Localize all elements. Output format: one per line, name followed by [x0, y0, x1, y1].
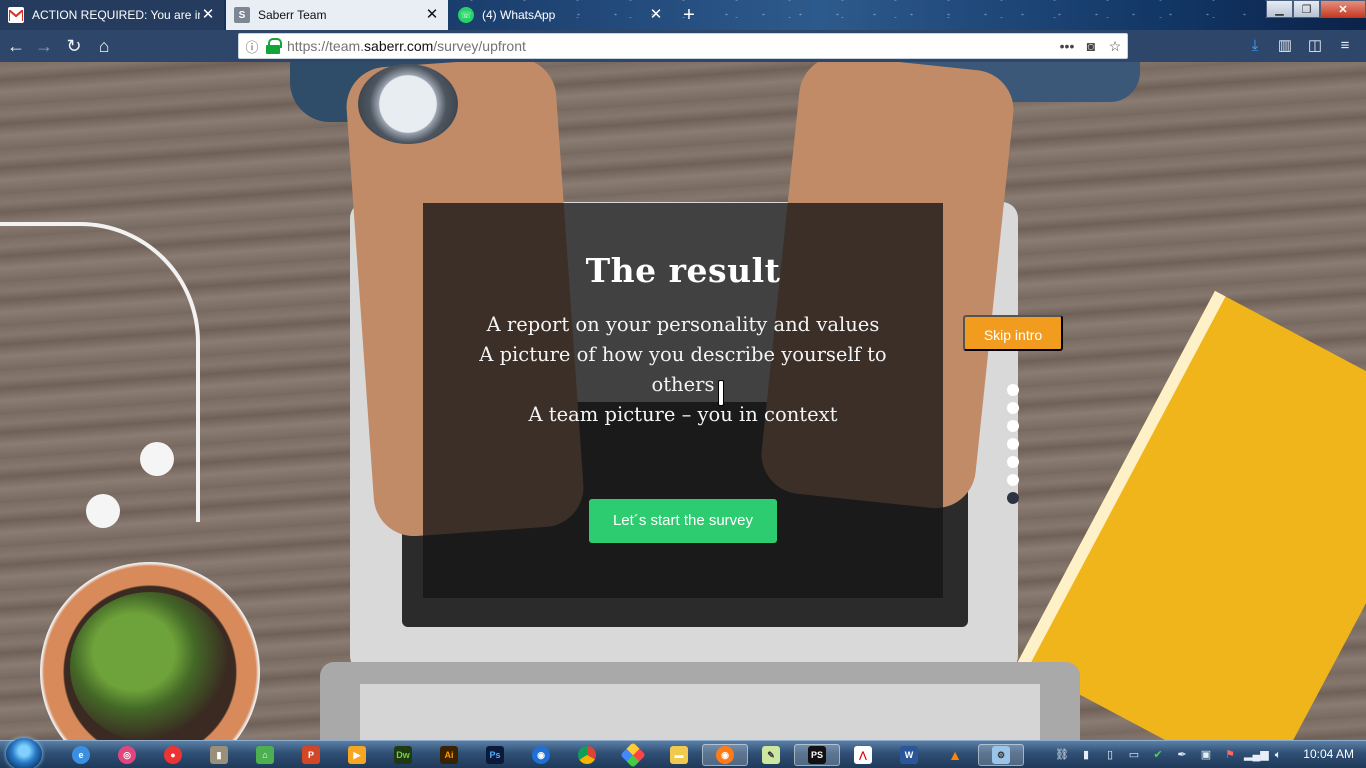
chrome-icon[interactable] [564, 744, 610, 766]
start-button[interactable] [6, 738, 42, 768]
tab-title: (4) WhatsApp [482, 8, 556, 22]
address-bar[interactable]: ⓘ https://team.saberr.com/survey/upfront… [238, 33, 1128, 59]
internet-explorer-icon[interactable]: e [58, 744, 104, 766]
flag-icon[interactable]: ⚑ [1220, 746, 1240, 764]
windows-taskbar: e ◎ ● ▮ ⌂ P ▶ Dw Ai Ps ◉ ▬ ◉ ✎ PS ⋀ W ▲ … [0, 738, 1366, 768]
app-tray-icon[interactable]: ▮ [1076, 746, 1096, 764]
battery-icon[interactable]: ▭ [1124, 746, 1144, 764]
pagination-dot[interactable] [1007, 402, 1019, 414]
volume-icon[interactable]: 🔈︎ [1268, 746, 1288, 764]
tab-saberr[interactable]: S Saberr Team ✕ [226, 0, 448, 30]
control-panel-icon[interactable]: ⚙ [978, 744, 1024, 766]
pinwheel-icon[interactable] [610, 742, 656, 768]
earbud-image [140, 442, 174, 476]
earbud-image [86, 494, 120, 528]
taskbar-apps: e ◎ ● ▮ ⌂ P ▶ Dw Ai Ps ◉ ▬ ◉ ✎ PS ⋀ W ▲ … [58, 742, 1024, 768]
photoshop-icon[interactable]: Ps [472, 744, 518, 766]
notepad-icon[interactable]: ✎ [748, 744, 794, 766]
info-icon[interactable]: ⓘ [239, 37, 265, 56]
url-text[interactable]: https://team.saberr.com/survey/upfront [287, 38, 1055, 54]
minimize-button[interactable]: ▁ [1266, 0, 1293, 18]
saberr-icon: S [234, 7, 250, 23]
acrobat-icon[interactable]: ⋀ [840, 744, 886, 766]
survey-page: The result A report on your personality … [0, 62, 1366, 740]
home-icon[interactable]: ⌂ [242, 744, 288, 766]
whatsapp-icon: ☏ [458, 7, 474, 23]
slide-pagination [1007, 384, 1019, 510]
usb-tray-icon[interactable]: ▯ [1100, 746, 1120, 764]
vlc-icon[interactable]: ▲ [932, 744, 978, 766]
plant-image [70, 592, 230, 740]
usb-icon[interactable]: ▮ [196, 744, 242, 766]
slide-title: The result [585, 251, 781, 290]
toolbar-right: ⤓ ▥ ◫ ≡ [1242, 34, 1358, 58]
new-tab-button[interactable]: + [678, 4, 700, 26]
signal-icon[interactable]: ▂▄▆ [1244, 746, 1269, 764]
laptop-screen-image [320, 662, 1080, 740]
back-arrow-icon[interactable]: ← [4, 34, 28, 58]
tab-title: Saberr Team [258, 8, 327, 22]
reload-icon[interactable]: ↻ [62, 34, 86, 58]
clock[interactable]: 10:04 AM [1303, 747, 1354, 761]
earphones-image [0, 222, 200, 522]
pagination-dot[interactable] [1007, 456, 1019, 468]
lock-icon [265, 38, 282, 54]
close-window-button[interactable]: ✕ [1320, 0, 1366, 18]
download-icon[interactable]: ⤓ [1242, 34, 1268, 58]
url-prefix: https://team. [287, 38, 365, 54]
start-survey-button[interactable]: Let´s start the survey [589, 499, 777, 543]
pagination-dot[interactable] [1007, 420, 1019, 432]
window-controls: ▁ ❐ ✕ [1266, 0, 1366, 18]
gmail-icon [8, 7, 24, 23]
url-domain: saberr.com [364, 38, 434, 54]
pen-icon[interactable]: ✒ [1172, 746, 1192, 764]
description-line: A team picture – you in context [528, 403, 838, 426]
dreamweaver-icon[interactable]: Dw [380, 744, 426, 766]
navigation-bar: ← → ↻ ⌂ ⓘ https://team.saberr.com/survey… [0, 30, 1366, 62]
menu-icon[interactable]: ≡ [1332, 34, 1358, 58]
description-line: A picture of how you describe yourself t… [479, 343, 887, 396]
forward-arrow-icon[interactable]: → [32, 34, 56, 58]
photoshop-active-icon[interactable]: PS [794, 744, 840, 766]
close-tab-icon[interactable]: ✕ [424, 7, 440, 23]
intro-panel: The result A report on your personality … [423, 203, 943, 598]
tab-gmail[interactable]: ACTION REQUIRED: You are in ✕ [0, 0, 224, 30]
pagination-dot[interactable] [1007, 384, 1019, 396]
library-icon[interactable]: ▥ [1272, 34, 1298, 58]
close-tab-icon[interactable]: ✕ [200, 7, 216, 23]
powerpoint-icon[interactable]: P [288, 744, 334, 766]
description-line: A report on your personality and values [486, 313, 880, 336]
firefox-icon[interactable]: ◉ [518, 744, 564, 766]
folder-icon[interactable]: ▬ [656, 744, 702, 766]
text-cursor-icon [718, 380, 724, 406]
word-icon[interactable]: W [886, 744, 932, 766]
watch-image [358, 64, 458, 144]
pagination-dot-active[interactable] [1007, 492, 1019, 504]
pagination-dot[interactable] [1007, 474, 1019, 486]
page-actions-icon[interactable]: ••• [1055, 38, 1079, 54]
maximize-button[interactable]: ❐ [1293, 0, 1320, 18]
tab-title: ACTION REQUIRED: You are in [32, 8, 200, 22]
system-tray: ⛓ ▮ ▯ ▭ ✔ ✒ ▣ ⚑ ▂▄▆ 🔈︎ [1052, 746, 1288, 764]
sidebar-icon[interactable]: ◫ [1302, 34, 1328, 58]
pocket-icon[interactable]: ◙ [1079, 38, 1103, 54]
skip-intro-button[interactable]: Skip intro [963, 315, 1063, 351]
browser-tab-bar: ACTION REQUIRED: You are in ✕ S Saberr T… [0, 0, 1366, 30]
tab-whatsapp[interactable]: ☏ (4) WhatsApp ✕ [450, 0, 672, 30]
screen-recorder-icon[interactable]: ● [150, 744, 196, 766]
media-player-icon[interactable]: ▶ [334, 744, 380, 766]
home-icon[interactable]: ⌂ [92, 34, 116, 58]
firefox-active-icon[interactable]: ◉ [702, 744, 748, 766]
bookmark-star-icon[interactable]: ☆ [1103, 38, 1127, 55]
url-path: /survey/upfront [433, 38, 526, 54]
link-icon[interactable]: ⛓ [1052, 746, 1072, 764]
pagination-dot[interactable] [1007, 438, 1019, 450]
close-tab-icon[interactable]: ✕ [648, 7, 664, 23]
slide-description: A report on your personality and values … [463, 310, 903, 430]
checkmark-icon[interactable]: ✔ [1148, 746, 1168, 764]
paint-icon[interactable]: ◎ [104, 744, 150, 766]
illustrator-icon[interactable]: Ai [426, 744, 472, 766]
network-computer-icon[interactable]: ▣ [1196, 746, 1216, 764]
